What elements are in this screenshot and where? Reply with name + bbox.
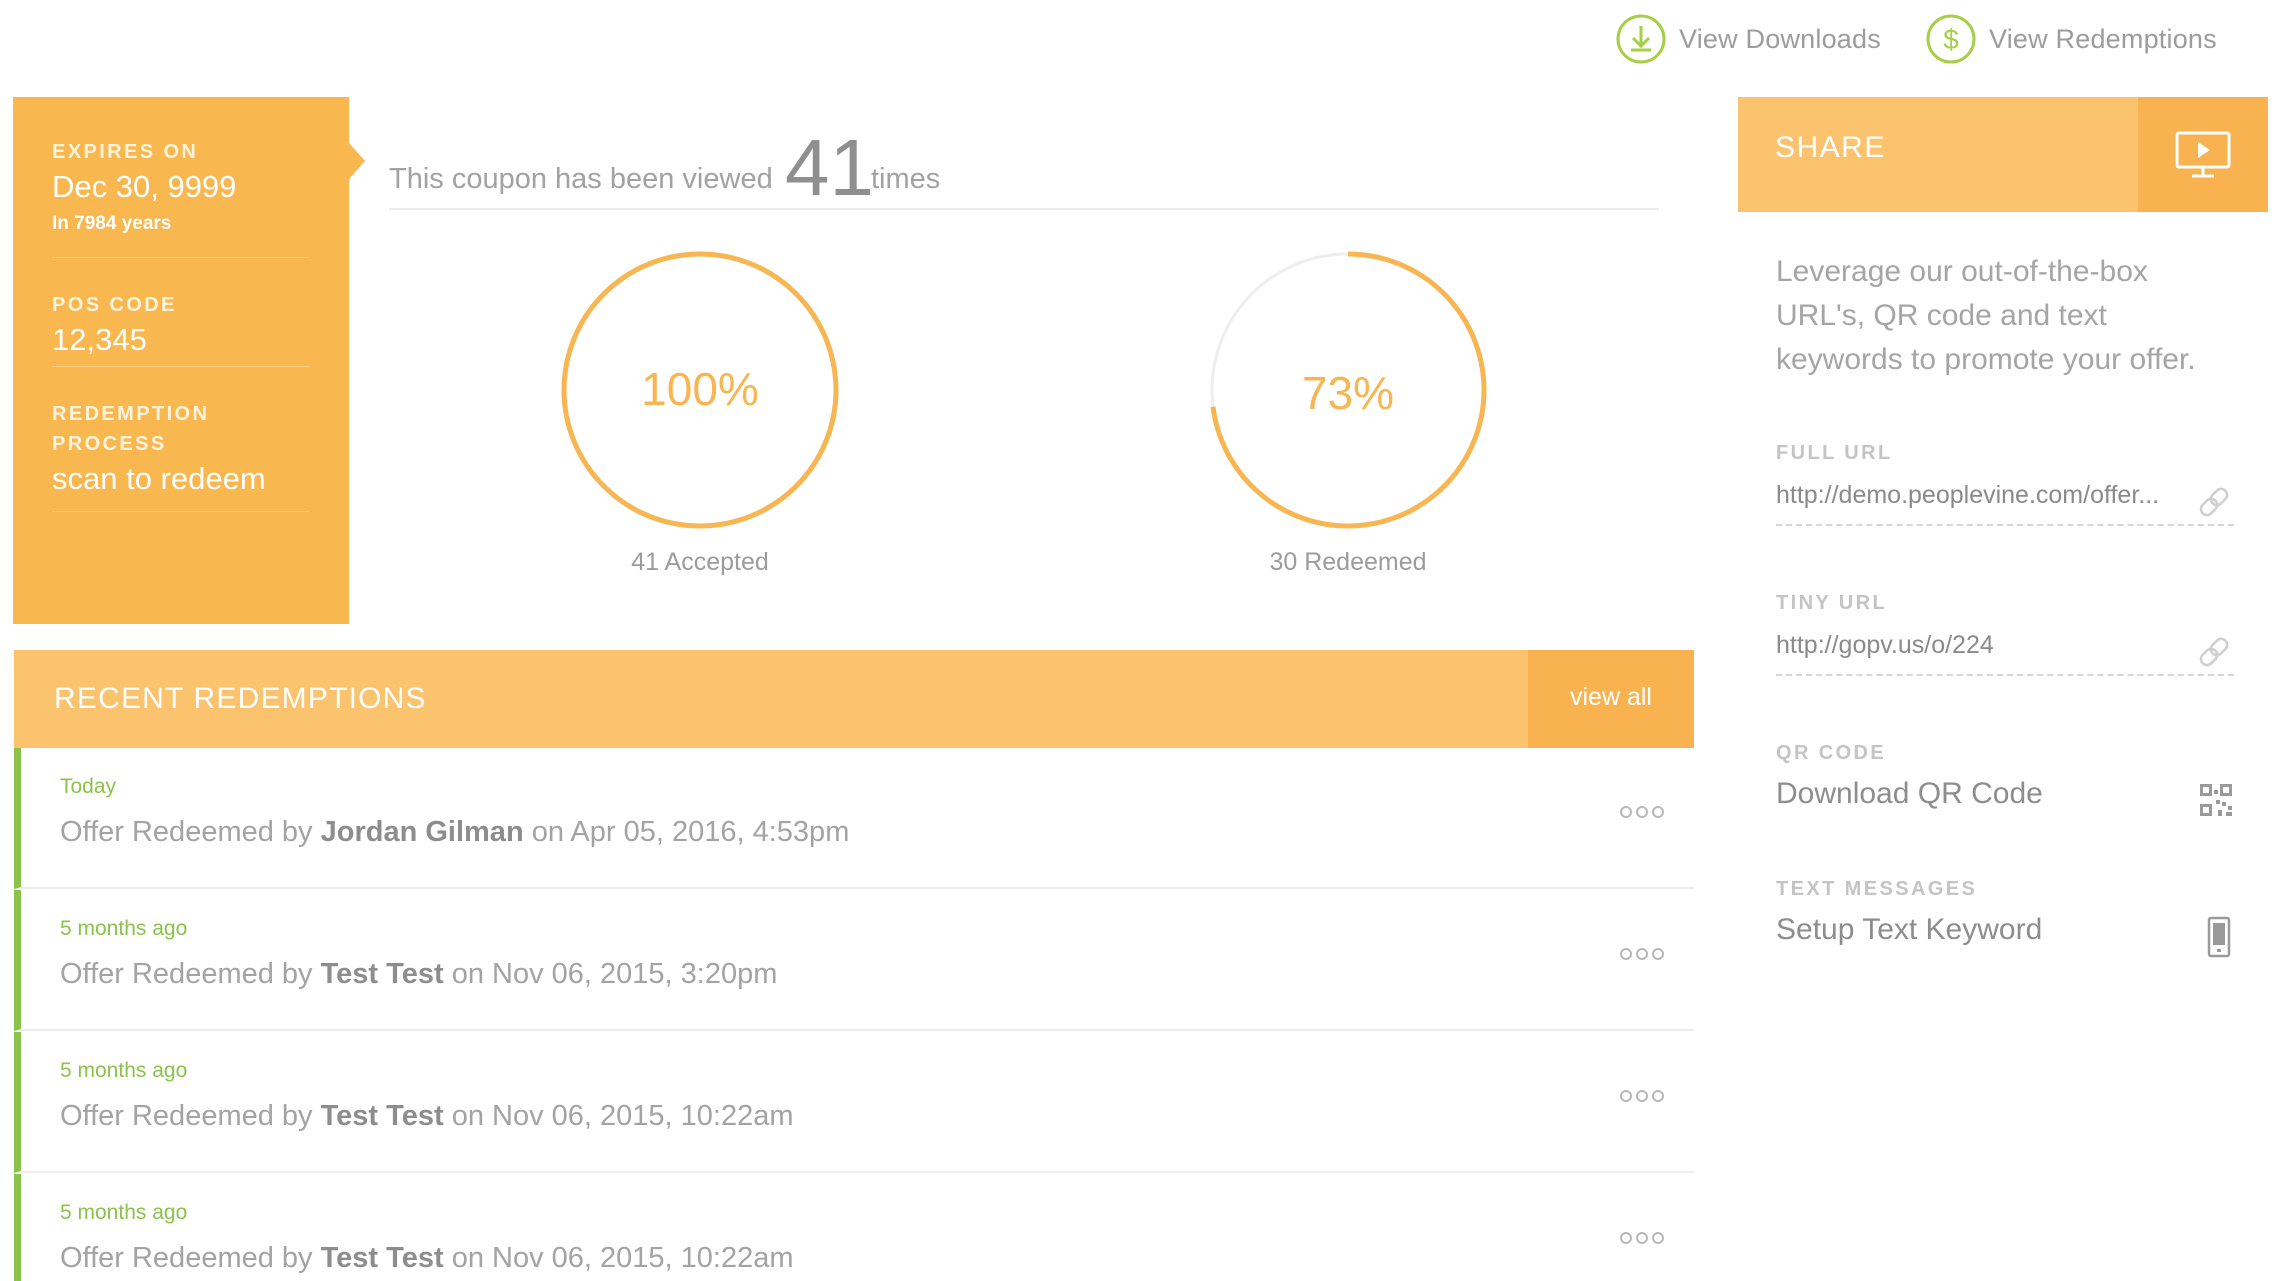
redeemer-name: Test Test — [320, 1100, 444, 1132]
redeemer-name: Jordan Gilman — [320, 816, 524, 848]
redemption-row[interactable]: 5 months ago Offer Redeemed by Test Test… — [14, 890, 1694, 1031]
view-all-button[interactable]: view all — [1528, 650, 1694, 748]
share-header: SHARE — [1738, 97, 2268, 212]
redemption-description: Offer Redeemed by Test Test on Nov 06, 2… — [60, 1100, 794, 1133]
redemption-date: on Nov 06, 2015, 10:22am — [451, 1100, 794, 1132]
redeemed-gauge: 73% 30 Redeemed — [1208, 250, 1488, 590]
redemption-date: on Nov 06, 2015, 3:20pm — [451, 958, 778, 990]
panel-pointer — [349, 143, 365, 179]
redeemer-name: Test Test — [320, 1242, 444, 1274]
more-options-icon[interactable] — [1620, 948, 1664, 960]
redemption-description: Offer Redeemed by Test Test on Nov 06, 2… — [60, 1242, 794, 1275]
redemption-prefix: Offer Redeemed by — [60, 1242, 313, 1274]
text-messages-label: TEXT MESSAGES — [1776, 878, 1978, 900]
redemption-process-section: REDEMPTION PROCESS scan to redeem — [52, 399, 309, 512]
views-count: 41 — [785, 123, 874, 212]
share-title: SHARE — [1775, 131, 1886, 164]
redeemed-percent: 73% — [1301, 367, 1395, 419]
redemption-date: on Apr 05, 2016, 4:53pm — [531, 816, 850, 848]
accepted-percent: 100% — [641, 363, 759, 415]
redemption-date: on Nov 06, 2015, 10:22am — [451, 1242, 794, 1274]
expires-relative: In 7984 years — [52, 213, 172, 234]
full-url-value[interactable]: http://demo.peoplevine.com/offer... — [1776, 481, 2234, 526]
accepted-gauge: 100% 41 Accepted — [560, 250, 840, 590]
link-icon[interactable] — [2194, 632, 2234, 672]
expires-label: EXPIRES ON — [52, 141, 199, 163]
redemption-row[interactable]: 5 months ago Offer Redeemed by Test Test… — [14, 1174, 1694, 1281]
full-url-field: FULL URL http://demo.peoplevine.com/offe… — [1776, 442, 2234, 526]
view-redemptions-label: View Redemptions — [1989, 23, 2217, 54]
dollar-icon: $ — [1926, 14, 1976, 64]
redemption-description: Offer Redeemed by Test Test on Nov 06, 2… — [60, 958, 777, 991]
redemption-prefix: Offer Redeemed by — [60, 1100, 313, 1132]
text-messages-field: TEXT MESSAGES Setup Text Keyword — [1776, 878, 2234, 961]
setup-text-keyword-link[interactable]: Setup Text Keyword — [1776, 913, 2176, 961]
more-options-icon[interactable] — [1620, 1090, 1664, 1102]
view-redemptions-link[interactable]: $ View Redemptions — [1925, 10, 2217, 68]
view-downloads-label: View Downloads — [1679, 23, 1881, 54]
svg-text:$: $ — [1943, 24, 1959, 55]
views-suffix: times — [871, 163, 941, 195]
more-options-icon[interactable] — [1620, 806, 1664, 818]
redemption-time: 5 months ago — [60, 917, 188, 940]
redemption-process-value: scan to redeem — [52, 461, 266, 496]
share-description: Leverage our out-of-the-box URL's, QR co… — [1776, 255, 2196, 376]
redemption-process-label: REDEMPTION PROCESS — [52, 403, 210, 455]
redemption-time: 5 months ago — [60, 1201, 188, 1224]
link-icon[interactable] — [2194, 482, 2234, 522]
redemption-prefix: Offer Redeemed by — [60, 958, 313, 990]
share-monitor-button[interactable] — [2138, 97, 2268, 212]
qr-code-label: QR CODE — [1776, 742, 1887, 764]
redemption-description: Offer Redeemed by Jordan Gilman on Apr 0… — [60, 816, 849, 849]
qr-code-field: QR CODE Download QR Code — [1776, 742, 2234, 825]
tiny-url-label: TINY URL — [1776, 592, 1888, 614]
recent-redemptions-header: RECENT REDEMPTIONS view all — [14, 650, 1694, 748]
tiny-url-field: TINY URL http://gopv.us/o/224 — [1776, 592, 2234, 676]
more-options-icon[interactable] — [1620, 1232, 1664, 1244]
qr-code-icon[interactable] — [2198, 782, 2234, 818]
download-icon — [1616, 14, 1666, 64]
full-url-label: FULL URL — [1776, 442, 1893, 464]
redeemed-caption: 30 Redeemed — [1269, 548, 1427, 576]
tiny-url-value[interactable]: http://gopv.us/o/224 — [1776, 631, 2234, 676]
redemption-prefix: Offer Redeemed by — [60, 816, 313, 848]
pos-code-section: POS CODE 12,345 — [52, 290, 309, 367]
pos-code-label: POS CODE — [52, 294, 177, 316]
offer-info-panel: EXPIRES ON Dec 30, 9999 In 7984 years PO… — [13, 97, 365, 624]
views-summary: This coupon has been viewed 41 times — [389, 128, 1659, 210]
redemption-row[interactable]: 5 months ago Offer Redeemed by Test Test… — [14, 1032, 1694, 1173]
accepted-caption: 41 Accepted — [631, 548, 769, 576]
pos-code-value: 12,345 — [52, 322, 147, 357]
expires-value: Dec 30, 9999 — [52, 169, 237, 204]
view-downloads-link[interactable]: View Downloads — [1615, 10, 1881, 68]
views-prefix: This coupon has been viewed — [389, 163, 773, 195]
recent-redemptions-title: RECENT REDEMPTIONS — [54, 682, 427, 715]
expires-section: EXPIRES ON Dec 30, 9999 In 7984 years — [52, 137, 309, 258]
redemption-time: 5 months ago — [60, 1059, 188, 1082]
download-qr-link[interactable]: Download QR Code — [1776, 777, 2176, 825]
redemption-row[interactable]: Today Offer Redeemed by Jordan Gilman on… — [14, 748, 1694, 889]
redemption-time: Today — [60, 775, 117, 798]
monitor-icon — [2175, 131, 2231, 177]
redeemer-name: Test Test — [320, 958, 444, 990]
mobile-phone-icon[interactable] — [2204, 916, 2234, 958]
